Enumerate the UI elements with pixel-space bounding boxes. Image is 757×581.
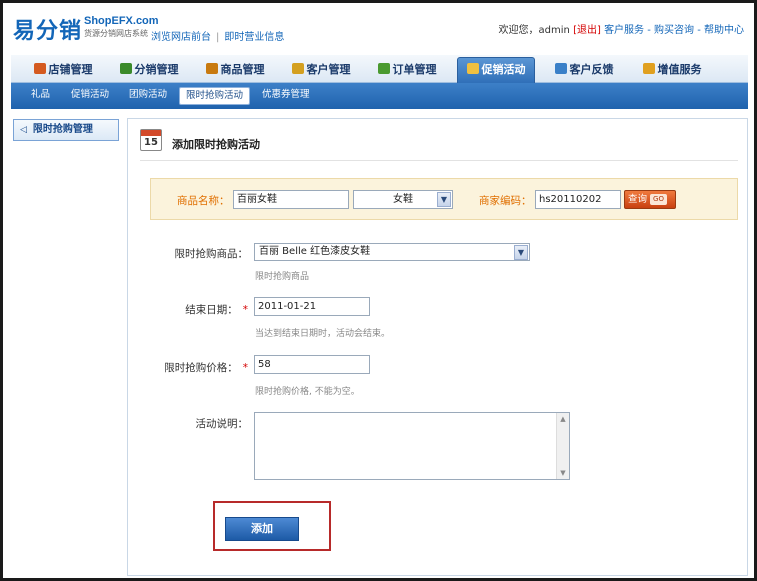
activity-description-textarea[interactable]: ▲ ▼ (254, 412, 570, 480)
subnav-group-buy[interactable]: 团购活动 (123, 87, 173, 105)
link-help-center[interactable]: 帮助中心 (704, 25, 744, 36)
end-date-input[interactable]: 2011-01-21 (254, 297, 370, 316)
app-frame: 易分销 ShopEFX.com 货源分销网店系统 浏览网店前台 | 即时营业信息 欢… (0, 0, 757, 581)
divider (140, 160, 738, 161)
flash-price-label: 限时抢购价格： * (164, 362, 248, 374)
tab-distribution-manage[interactable]: 分销管理 (111, 57, 187, 83)
feedback-icon (554, 63, 567, 74)
tab-feedback[interactable]: 客户反馈 (545, 57, 623, 83)
distribution-icon (119, 63, 132, 74)
shop-icon (33, 63, 46, 74)
required-mark: * (242, 304, 248, 316)
tab-order-manage[interactable]: 订单管理 (369, 57, 445, 83)
subnav-coupons[interactable]: 优惠券管理 (256, 87, 316, 105)
add-button-highlight: 添加 (213, 501, 331, 551)
scrollbar[interactable]: ▲ ▼ (556, 413, 569, 479)
content-panel: 15 添加限时抢购活动 商品名称： 百丽女鞋 女鞋 ▼ 商家编码： hs2011… (127, 118, 748, 576)
activity-description-label: 活动说明： (195, 418, 249, 430)
add-button[interactable]: 添加 (225, 517, 299, 541)
flash-product-label: 限时抢购商品： (174, 248, 249, 260)
goods-icon (205, 63, 218, 74)
link-customer-service[interactable]: 客户服务 (604, 25, 644, 36)
sub-nav: 礼品 促销活动 团购活动 限时抢购活动 优惠券管理 (11, 83, 748, 109)
logo-subtitle: 货源分销网店系统 (84, 29, 148, 38)
chevron-down-icon: ▼ (514, 245, 528, 260)
category-select[interactable]: 女鞋 ▼ (353, 190, 453, 209)
tab-promotion[interactable]: 促销活动 (457, 57, 535, 83)
flash-price-input[interactable]: 58 (254, 355, 370, 374)
sidebar-item-flash-sale-manage[interactable]: ◁ 限时抢购管理 (13, 119, 119, 141)
tab-value-added[interactable]: 增值服务 (633, 57, 711, 83)
product-name-input[interactable]: 百丽女鞋 (233, 190, 349, 209)
flash-price-hint: 限时抢购价格, 不能为空。 (255, 387, 360, 397)
promotion-icon (466, 63, 479, 74)
subnav-promotions[interactable]: 促销活动 (65, 87, 115, 105)
query-button[interactable]: 查询 GO (624, 190, 676, 209)
link-purchase-consult[interactable]: 购买咨询 (654, 25, 694, 36)
subnav-flash-sale[interactable]: 限时抢购活动 (179, 87, 251, 105)
chevron-down-icon: ▼ (437, 192, 451, 207)
tab-goods-manage[interactable]: 商品管理 (197, 57, 273, 83)
merchant-code-input[interactable]: hs20110202 (535, 190, 621, 209)
end-date-hint: 当达到结束日期时，活动会结束。 (255, 329, 391, 339)
link-business-info[interactable]: 即时营业信息 (224, 32, 284, 43)
welcome-text: 欢迎您，admin (498, 25, 570, 36)
order-icon (377, 63, 390, 74)
customer-icon (291, 63, 304, 74)
service-icon (642, 63, 655, 74)
tab-shop-manage[interactable]: 店铺管理 (25, 57, 101, 83)
scroll-up-icon[interactable]: ▲ (557, 413, 569, 425)
header: 易分销 ShopEFX.com 货源分销网店系统 浏览网店前台 | 即时营业信息 欢… (3, 3, 754, 53)
flash-product-select[interactable]: 百丽 Belle 红色漆皮女鞋 ▼ (254, 243, 530, 261)
tab-customer-manage[interactable]: 客户管理 (283, 57, 359, 83)
end-date-label: 结束日期： * (185, 304, 248, 316)
flash-product-hint: 限时抢购商品 (255, 272, 310, 282)
header-links: 浏览网店前台 | 即时营业信息 (151, 28, 284, 43)
go-badge: GO (650, 194, 667, 205)
logo-domain: ShopEFX.com (84, 15, 159, 27)
required-mark: * (242, 362, 248, 374)
logo-text: 易分销 (13, 19, 83, 44)
product-search-bar: 商品名称： 百丽女鞋 女鞋 ▼ 商家编码： hs20110202 查询 GO (150, 178, 738, 220)
main-nav: 店铺管理 分销管理 商品管理 客户管理 订单管理 促销活动 客户反馈 增值服务 (11, 55, 748, 83)
scroll-down-icon[interactable]: ▼ (557, 467, 569, 479)
link-storefront[interactable]: 浏览网店前台 (151, 32, 211, 43)
chevron-left-icon: ◁ (20, 125, 27, 135)
divider: | (216, 32, 220, 43)
calendar-icon: 15 (140, 129, 162, 151)
page-title: 添加限时抢购活动 (172, 138, 260, 151)
subnav-gifts[interactable]: 礼品 (25, 87, 56, 105)
user-bar: 欢迎您，admin [退出] 客户服务 - 购买咨询 - 帮助中心 (498, 25, 744, 36)
product-name-label: 商品名称： (177, 195, 230, 207)
merchant-code-label: 商家编码： (479, 195, 532, 207)
logo[interactable]: 易分销 ShopEFX.com 货源分销网店系统 (13, 11, 159, 47)
logout-link[interactable]: 退出 (577, 25, 597, 36)
